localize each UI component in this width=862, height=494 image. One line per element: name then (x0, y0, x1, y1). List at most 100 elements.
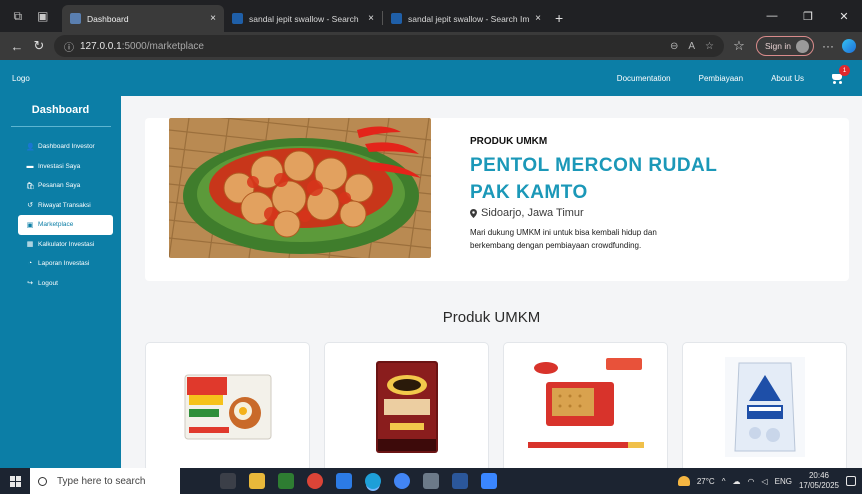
sidebar-item-label: Kalkulator Investasi (38, 240, 95, 248)
browser-toolbar: ← ↻ ⓘ 127.0.0.1:5000/marketplace ⊖ A ☆ ☆… (0, 32, 862, 60)
zoom-icon[interactable]: ⊖ (670, 41, 678, 52)
file-explorer-icon[interactable] (249, 473, 265, 489)
minimize-icon[interactable]: — (754, 10, 790, 22)
instant-noodle-pack-illustration (184, 374, 271, 440)
close-tab-icon[interactable]: × (535, 13, 541, 24)
product-image (325, 351, 488, 463)
app-icon[interactable] (278, 473, 294, 489)
sidebar-item-kalkulator-investasi[interactable]: ▦ Kalkulator Investasi (0, 235, 121, 255)
copilot-icon[interactable] (842, 39, 856, 53)
cart-icon[interactable]: 1 (830, 65, 850, 84)
sidebar: Dashboard 👤 Dashboard Investor ▬ Investa… (0, 96, 121, 468)
logout-icon: ↪ (27, 280, 33, 288)
nav-link-documentation[interactable]: Documentation (617, 74, 671, 83)
product-card[interactable] (145, 342, 310, 468)
sign-in-button[interactable]: Sign in (756, 36, 814, 56)
product-name-line: PAK KAMTO (470, 182, 588, 203)
browser-tab-image-search[interactable]: sandal jepit swallow - Search Ima × (383, 5, 549, 32)
new-tab-button[interactable]: + (555, 10, 563, 26)
url-host: 127.0.0.1 (80, 40, 122, 52)
map-pin-icon (470, 208, 477, 218)
task-view-icon[interactable] (220, 473, 236, 489)
refresh-icon[interactable]: ↻ (28, 38, 50, 54)
nav-link-pembiayaan[interactable]: Pembiayaan (699, 74, 743, 83)
cart-wheel (839, 81, 842, 84)
search-placeholder: Type here to search (57, 475, 146, 487)
address-bar-actions: ⊖ A ☆ (670, 41, 714, 52)
clock-time: 20:46 (808, 471, 829, 480)
browser-tab-strip: ⧉ ▣ Dashboard × sandal jepit swallow - S… (0, 0, 862, 32)
start-button[interactable] (0, 468, 30, 494)
chart-icon: ◔ (27, 260, 33, 268)
favorite-star-icon[interactable]: ☆ (705, 41, 714, 52)
close-tab-icon[interactable]: × (368, 13, 374, 24)
product-image (683, 351, 846, 463)
product-location: Sidoarjo, Jawa Timur (470, 207, 830, 219)
close-window-icon[interactable]: ✕ (826, 10, 862, 23)
address-bar[interactable]: ⓘ 127.0.0.1:5000/marketplace ⊖ A ☆ (54, 35, 724, 57)
sidebar-divider (10, 126, 111, 127)
sidebar-item-dashboard-investor[interactable]: 👤 Dashboard Investor (0, 137, 121, 157)
product-image (504, 351, 667, 463)
chrome-icon[interactable] (307, 473, 323, 489)
photos-icon[interactable] (481, 473, 497, 489)
browser-tab-dashboard[interactable]: Dashboard × (62, 5, 224, 32)
more-options-icon[interactable]: ··· (822, 39, 834, 53)
product-card[interactable] (324, 342, 489, 468)
tab-title: Dashboard (87, 13, 129, 24)
coffee-pack-illustration (375, 361, 438, 453)
products-section-title: Produk UMKM (442, 309, 541, 326)
history-icon: ↺ (27, 202, 33, 210)
taskbar-search-box[interactable]: Type here to search (30, 468, 180, 494)
windows-logo-icon (9, 475, 21, 487)
url-path: :5000/marketplace (121, 40, 204, 52)
window-controls: — ❐ ✕ (754, 0, 862, 32)
wifi-icon[interactable]: ◠ (747, 477, 754, 486)
notifications-icon[interactable] (846, 476, 856, 486)
chevron-up-icon[interactable]: ^ (722, 477, 726, 486)
restore-icon[interactable]: ❐ (790, 10, 826, 23)
sidebar-item-logout[interactable]: ↪ Logout (0, 274, 121, 294)
tab-strip-controls: ⧉ ▣ (0, 0, 62, 32)
url-text: 127.0.0.1:5000/marketplace (80, 41, 204, 52)
sidebar-item-riwayat-transaksi[interactable]: ↺ Riwayat Transaksi (0, 196, 121, 216)
volume-icon[interactable]: ◁ (761, 477, 767, 486)
browser-tab-search[interactable]: sandal jepit swallow - Search × (224, 5, 382, 32)
sidebar-item-marketplace[interactable]: ▣ Marketplace (18, 215, 113, 235)
main-content: PRODUK UMKM PENTOL MERCON RUDAL PAK KAMT… (121, 96, 862, 468)
sidebar-item-label: Laporan Investasi (38, 260, 90, 268)
nav-link-about-us[interactable]: About Us (771, 74, 804, 83)
profile-avatar-icon (796, 39, 809, 53)
database-icon[interactable] (423, 473, 439, 489)
product-card[interactable] (503, 342, 668, 468)
sidebar-item-laporan-investasi[interactable]: ◔ Laporan Investasi (0, 254, 121, 274)
product-card[interactable] (682, 342, 847, 468)
tab-actions-icon[interactable]: ▣ (37, 9, 48, 23)
search-favicon-icon (232, 13, 243, 24)
store-icon: ▣ (26, 221, 34, 229)
workspaces-icon[interactable]: ⧉ (14, 9, 23, 24)
site-info-icon[interactable]: ⓘ (64, 39, 74, 54)
read-aloud-icon[interactable]: A (688, 41, 695, 52)
cloud-icon[interactable]: ☁ (732, 477, 740, 486)
vscode-icon[interactable] (336, 473, 352, 489)
temperature-text[interactable]: 27°C (697, 477, 715, 486)
edge-icon[interactable] (365, 473, 381, 489)
sidebar-item-pesanan-saya[interactable]: 🛍 Pesanan Saya (0, 176, 121, 196)
close-tab-icon[interactable]: × (210, 13, 216, 24)
sidebar-item-label: Investasi Saya (38, 162, 81, 170)
app-logo[interactable]: Logo (12, 74, 30, 83)
chrome-alt-icon[interactable] (394, 473, 410, 489)
favorites-icon[interactable]: ☆ (728, 38, 750, 54)
taskbar-clock[interactable]: 20:46 17/05/2025 (799, 471, 839, 491)
pinned-apps (220, 473, 497, 489)
tab-title: sandal jepit swallow - Search (249, 13, 359, 24)
language-indicator[interactable]: ENG (775, 477, 792, 486)
user-icon: 👤 (26, 143, 35, 151)
biscuit-pack-illustration (525, 354, 646, 460)
back-arrow-icon[interactable]: ← (6, 39, 28, 54)
system-tray: 27°C ^ ☁ ◠ ◁ ENG 20:46 17/05/2025 (677, 471, 856, 491)
sidebar-item-investasi-saya[interactable]: ▬ Investasi Saya (0, 157, 121, 177)
sidebar-item-label: Riwayat Transaksi (38, 201, 91, 209)
word-icon[interactable] (452, 473, 468, 489)
